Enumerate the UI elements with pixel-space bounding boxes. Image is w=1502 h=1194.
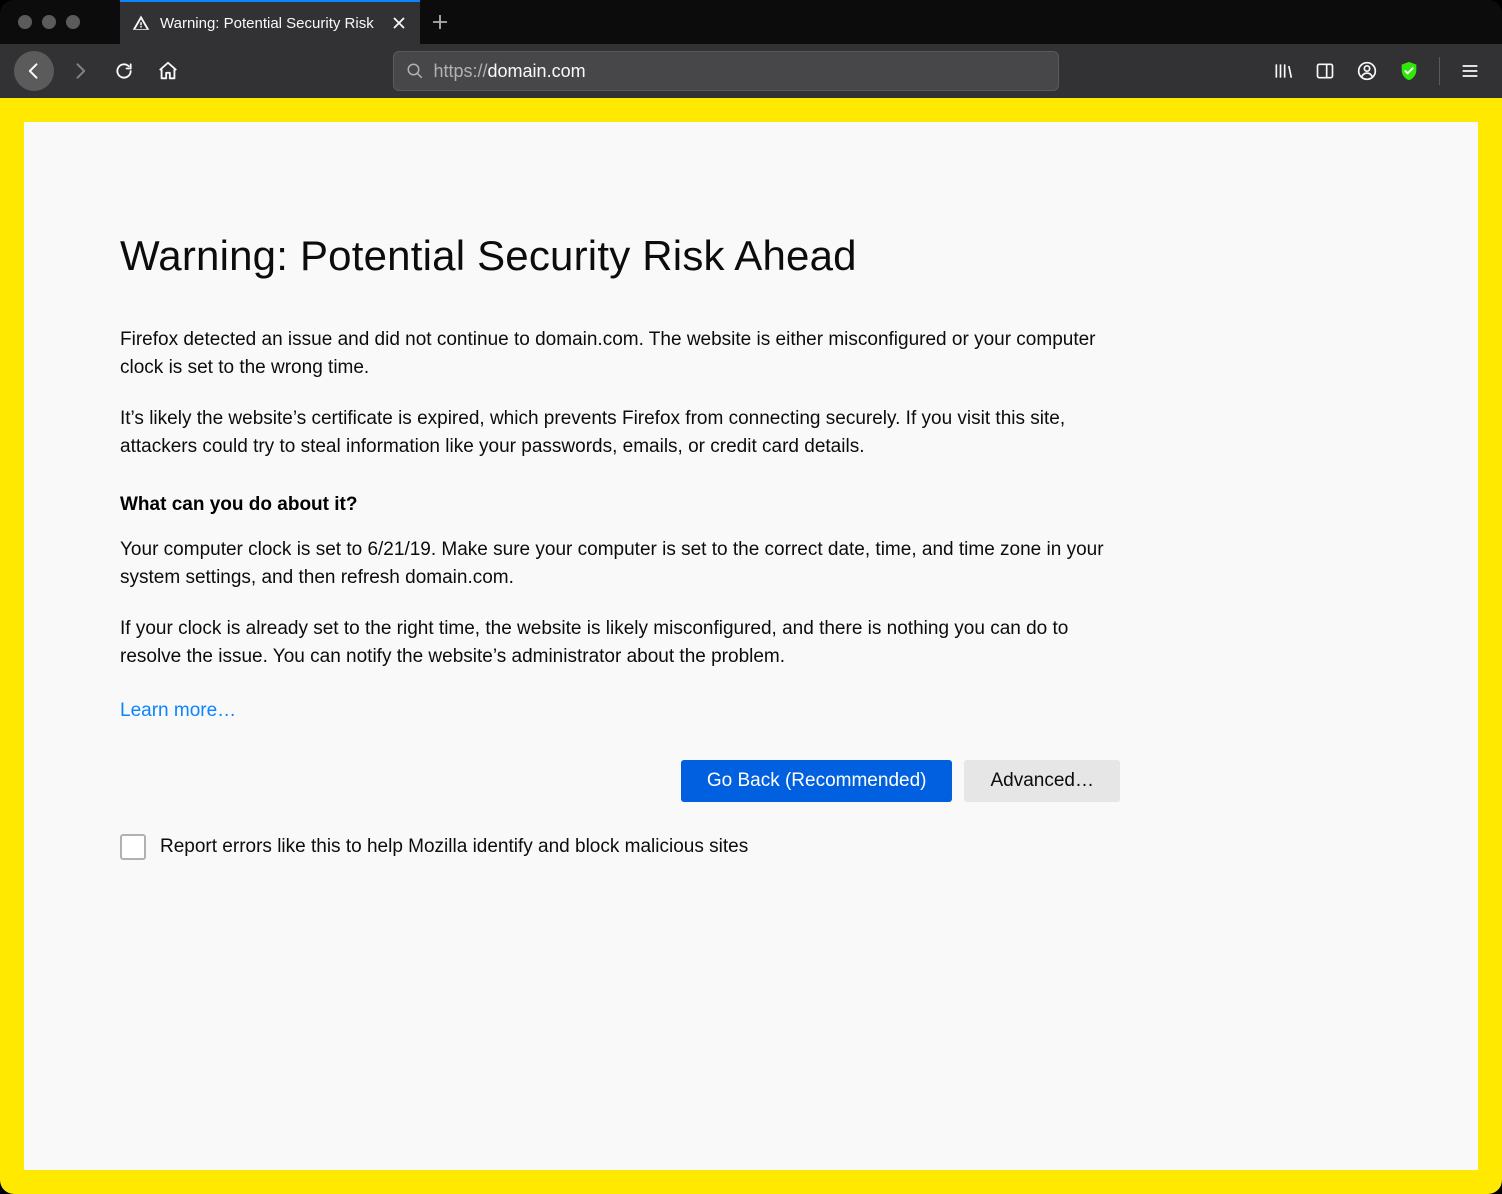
tab-title: Warning: Potential Security Risk [160,15,380,32]
navigation-toolbar: https://domain.com [0,44,1502,98]
reload-button[interactable] [106,53,142,89]
window-close-dot[interactable] [18,15,32,29]
url-domain: domain.com [488,61,586,81]
warning-paragraph-2: It’s likely the website’s certificate is… [120,405,1120,460]
toolbar-right [1265,53,1488,89]
sidebar-icon[interactable] [1307,53,1343,89]
tab-close-icon[interactable] [390,14,408,32]
window-minimize-dot[interactable] [42,15,56,29]
tabstrip: Warning: Potential Security Risk [120,0,460,44]
titlebar: Warning: Potential Security Risk [0,0,1502,44]
new-tab-button[interactable] [420,0,460,44]
browser-tab[interactable]: Warning: Potential Security Risk [120,0,420,44]
warning-paragraph-1: Firefox detected an issue and did not co… [120,326,1120,381]
warning-frame: Warning: Potential Security Risk Ahead F… [0,98,1502,1194]
go-back-button[interactable]: Go Back (Recommended) [681,760,953,802]
window-zoom-dot[interactable] [66,15,80,29]
window-controls [0,15,80,29]
search-icon [406,62,424,80]
toolbar-divider [1439,57,1440,85]
warning-triangle-icon [132,14,150,32]
forward-button[interactable] [62,53,98,89]
learn-more-link[interactable]: Learn more… [120,700,236,722]
urlbar[interactable]: https://domain.com [393,51,1059,91]
warning-paragraph-3: Your computer clock is set to 6/21/19. M… [120,536,1120,591]
warning-card: Warning: Potential Security Risk Ahead F… [24,122,1478,1170]
button-row: Go Back (Recommended) Advanced… [120,760,1120,802]
url-text: https://domain.com [434,61,586,82]
library-icon[interactable] [1265,53,1301,89]
back-button[interactable] [14,51,54,91]
home-button[interactable] [150,53,186,89]
url-scheme: https:// [434,61,488,81]
advanced-button[interactable]: Advanced… [964,760,1120,802]
page-title: Warning: Potential Security Risk Ahead [120,232,1120,280]
account-icon[interactable] [1349,53,1385,89]
warning-content: Warning: Potential Security Risk Ahead F… [120,232,1120,860]
urlbar-container: https://domain.com [194,51,1257,91]
report-checkbox[interactable] [120,834,146,860]
warning-paragraph-4: If your clock is already set to the righ… [120,615,1120,670]
shield-icon[interactable] [1391,53,1427,89]
warning-subheading: What can you do about it? [120,494,1120,516]
browser-window: Warning: Potential Security Risk [0,0,1502,1194]
report-label: Report errors like this to help Mozilla … [160,836,748,858]
report-row: Report errors like this to help Mozilla … [120,834,1120,860]
hamburger-menu-icon[interactable] [1452,53,1488,89]
